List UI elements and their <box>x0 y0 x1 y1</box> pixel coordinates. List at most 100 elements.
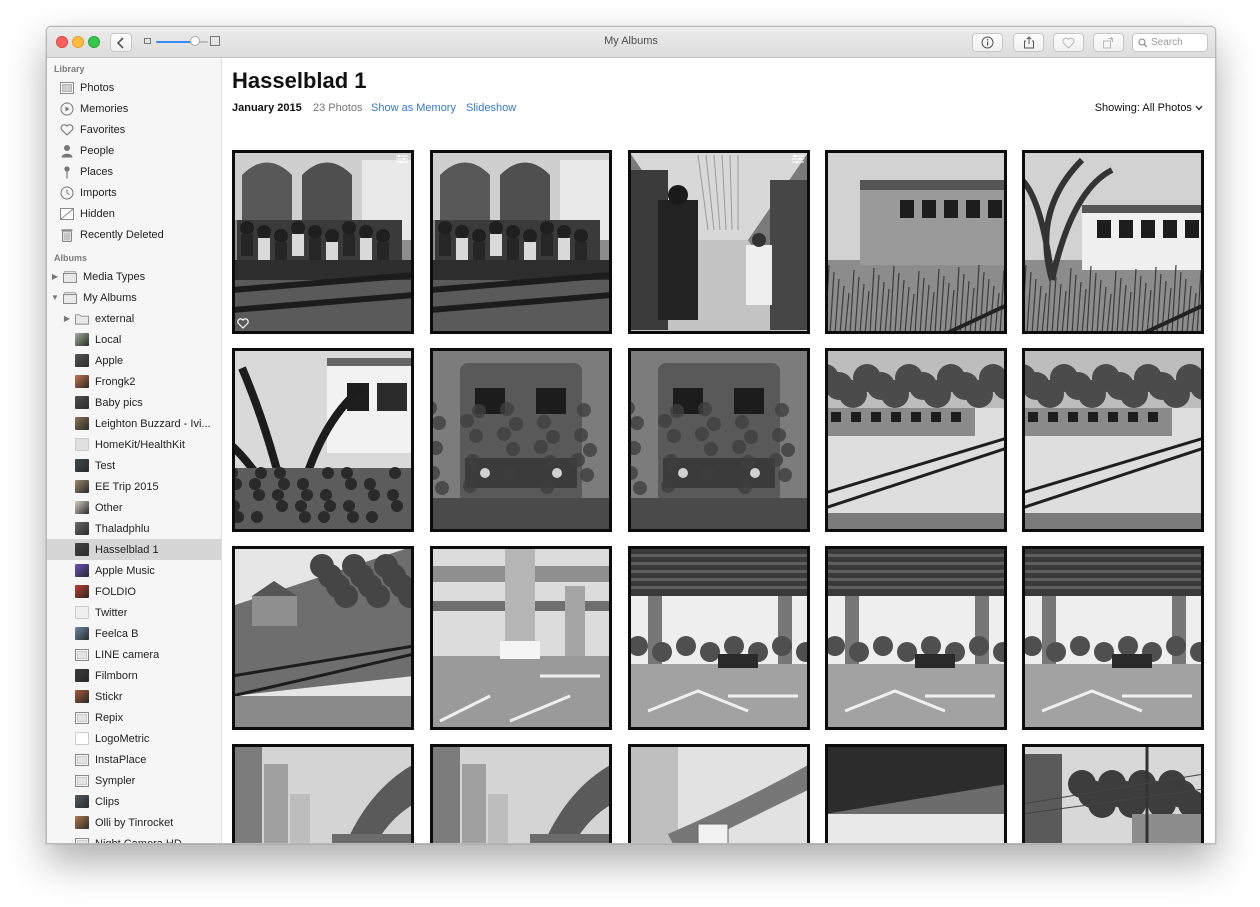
sidebar-item-olli-by-tinrocket[interactable]: Olli by Tinrocket <box>47 812 221 833</box>
title-bar: My Albums Search <box>47 27 1215 58</box>
photo-thumbnail[interactable] <box>825 744 1007 843</box>
sidebar-item-baby-pics[interactable]: Baby pics <box>47 392 221 413</box>
sidebar-item-apple[interactable]: Apple <box>47 350 221 371</box>
sidebar-item-other[interactable]: Other <box>47 497 221 518</box>
sidebar-item-people[interactable]: People <box>47 140 221 161</box>
sidebar-item-feelca-b[interactable]: Feelca B <box>47 623 221 644</box>
sidebar-item-places[interactable]: Places <box>47 161 221 182</box>
sidebar-item-media-types[interactable]: ▶ Media Types <box>47 266 221 287</box>
disclosure-expanded-icon[interactable]: ▼ <box>51 293 59 302</box>
sidebar-item-hasselblad-1[interactable]: Hasselblad 1 <box>47 539 221 560</box>
showing-filter-menu[interactable]: Showing: All Photos <box>1095 102 1203 114</box>
photo-thumbnail[interactable] <box>1022 744 1204 843</box>
sidebar-item-memories[interactable]: Memories <box>47 98 221 119</box>
info-button[interactable] <box>972 33 1003 52</box>
photo-thumbnail[interactable] <box>825 150 1007 334</box>
sidebar-item-night-camera-hd[interactable]: Night Camera HD <box>47 833 221 844</box>
photo-image <box>1022 150 1204 334</box>
sidebar-item-imports[interactable]: Imports <box>47 182 221 203</box>
sidebar-item-label: LogoMetric <box>95 732 150 745</box>
sidebar-item-my-albums[interactable]: ▼ My Albums <box>47 287 221 308</box>
sidebar-item-label: Media Types <box>83 270 146 283</box>
sidebar-item-logometric[interactable]: LogoMetric <box>47 728 221 749</box>
sidebar-item-instaplace[interactable]: InstaPlace <box>47 749 221 770</box>
sidebar-item-label: People <box>80 144 115 157</box>
photo-thumbnail[interactable] <box>232 546 414 730</box>
sidebar-item-external[interactable]: ▶ external <box>47 308 221 329</box>
sidebar-item-recently-deleted[interactable]: Recently Deleted <box>47 224 221 245</box>
sidebar-item-label: Twitter <box>95 606 128 619</box>
sidebar-item-label: Memories <box>80 102 129 115</box>
favorite-heart-icon[interactable] <box>237 318 249 329</box>
photo-thumbnail[interactable] <box>825 348 1007 532</box>
show-as-memory-link[interactable]: Show as Memory <box>371 102 456 114</box>
sidebar-item-label: Hidden <box>80 207 115 220</box>
sidebar-item-line-camera[interactable]: LINE camera <box>47 644 221 665</box>
sidebar: Library Photos Memories Favorites People Pla… <box>47 58 222 843</box>
sidebar-item-label: Stickr <box>95 690 123 703</box>
rotate-button[interactable] <box>1093 33 1124 52</box>
sidebar-item-apple-music[interactable]: Apple Music <box>47 560 221 581</box>
search-placeholder: Search <box>1151 37 1183 48</box>
album-icon <box>75 648 89 661</box>
album-thumb-icon <box>75 795 89 808</box>
photo-thumbnail[interactable] <box>1022 348 1204 532</box>
photo-thumbnail[interactable] <box>1022 150 1204 334</box>
photo-thumbnail[interactable] <box>628 546 810 730</box>
photo-thumbnail[interactable] <box>628 744 810 843</box>
photo-image <box>232 744 414 843</box>
album-thumb-icon <box>75 543 89 556</box>
photo-thumbnail[interactable] <box>430 150 612 334</box>
disclosure-collapsed-icon[interactable]: ▶ <box>51 272 59 281</box>
person-icon <box>60 144 74 157</box>
photo-thumbnail[interactable] <box>430 546 612 730</box>
photo-thumbnail[interactable] <box>430 348 612 532</box>
photo-image <box>430 744 612 843</box>
album-thumb-icon <box>75 333 89 346</box>
sidebar-item-stickr[interactable]: Stickr <box>47 686 221 707</box>
sidebar-item-label: Test <box>95 459 116 472</box>
sidebar-item-label: FOLDIO <box>95 585 136 598</box>
sidebar-item-favorites[interactable]: Favorites <box>47 119 221 140</box>
album-stack-icon <box>63 270 77 283</box>
photo-thumbnail[interactable] <box>430 744 612 843</box>
photo-thumbnail[interactable] <box>628 348 810 532</box>
sidebar-item-photos[interactable]: Photos <box>47 77 221 98</box>
chevron-down-icon <box>1195 105 1203 111</box>
photo-thumbnail[interactable] <box>628 150 810 334</box>
sidebar-item-ee-trip-2015[interactable]: EE Trip 2015 <box>47 476 221 497</box>
photo-thumbnail[interactable] <box>232 150 414 334</box>
photo-thumbnail[interactable] <box>232 348 414 532</box>
sidebar-item-sympler[interactable]: Sympler <box>47 770 221 791</box>
slideshow-link[interactable]: Slideshow <box>466 102 516 114</box>
sidebar-item-thaladphlu[interactable]: Thaladphlu <box>47 518 221 539</box>
photo-thumbnail[interactable] <box>825 546 1007 730</box>
album-thumb-icon <box>75 564 89 577</box>
sidebar-item-label: Frongk2 <box>95 375 136 388</box>
sidebar-item-repix[interactable]: Repix <box>47 707 221 728</box>
sidebar-item-filmborn[interactable]: Filmborn <box>47 665 221 686</box>
sidebar-item-label: Night Camera HD <box>95 838 182 844</box>
sidebar-item-twitter[interactable]: Twitter <box>47 602 221 623</box>
sidebar-item-label: Apple Music <box>95 564 155 577</box>
sidebar-item-test[interactable]: Test <box>47 455 221 476</box>
disclosure-collapsed-icon[interactable]: ▶ <box>63 314 71 323</box>
sidebar-item-foldio[interactable]: FOLDIO <box>47 581 221 602</box>
sidebar-item-clips[interactable]: Clips <box>47 791 221 812</box>
sidebar-item-homekit-healthkit[interactable]: HomeKit/HealthKit <box>47 434 221 455</box>
favorite-button[interactable] <box>1053 33 1084 52</box>
photo-thumbnail[interactable] <box>232 744 414 843</box>
album-thumb-icon <box>75 585 89 598</box>
photo-image <box>430 348 612 532</box>
search-field[interactable]: Search <box>1132 33 1208 52</box>
sidebar-item-hidden[interactable]: Hidden <box>47 203 221 224</box>
photo-thumbnail[interactable] <box>1022 546 1204 730</box>
sidebar-item-leighton-buzzard-ivi[interactable]: Leighton Buzzard - Ivi... <box>47 413 221 434</box>
sidebar-item-label: EE Trip 2015 <box>95 480 159 493</box>
sidebar-item-local[interactable]: Local <box>47 329 221 350</box>
sidebar-item-label: Filmborn <box>95 669 138 682</box>
share-button[interactable] <box>1013 33 1044 52</box>
photo-image <box>430 546 612 730</box>
edited-adjustments-icon <box>395 154 409 164</box>
sidebar-item-frongk2[interactable]: Frongk2 <box>47 371 221 392</box>
